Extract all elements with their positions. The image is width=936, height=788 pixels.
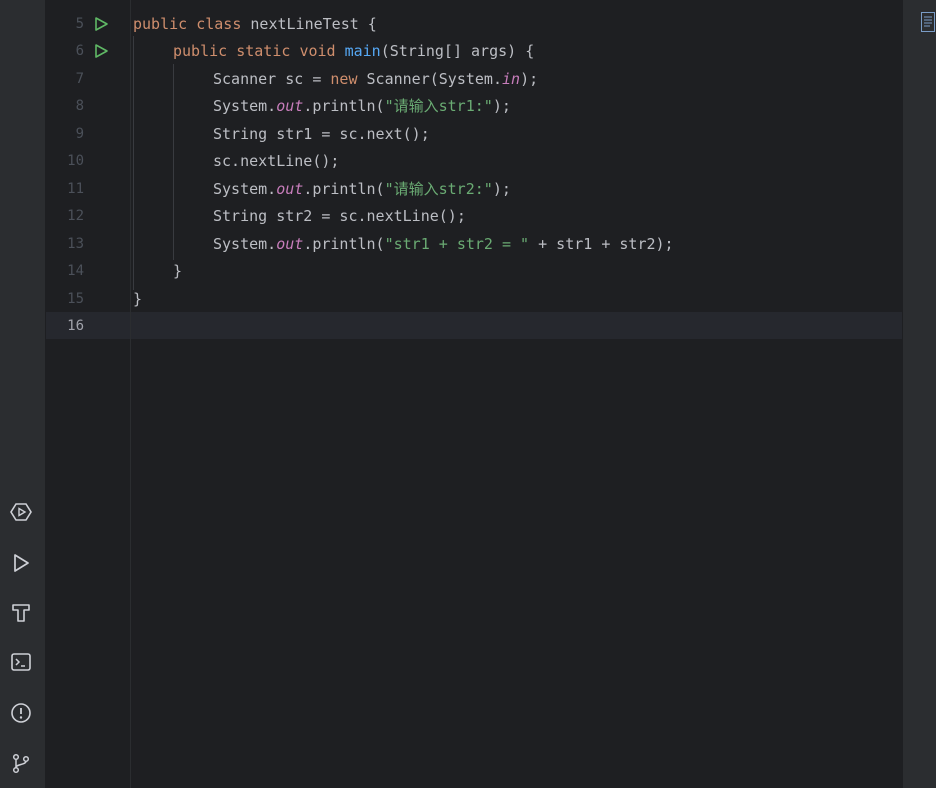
line-number: 11	[67, 181, 84, 197]
run-class-gutter-icon[interactable]	[92, 15, 110, 33]
line-number: 6	[75, 43, 84, 59]
line-number: 15	[67, 291, 84, 307]
code-text: .println(	[303, 97, 385, 115]
services-icon[interactable]	[8, 499, 34, 525]
static-field: out	[276, 235, 304, 253]
string-literal: "str1 + str2 = "	[384, 235, 530, 253]
keyword: public	[173, 42, 228, 60]
keyword: public	[133, 15, 188, 33]
terminal-icon[interactable]	[8, 649, 34, 675]
code-line-15: }	[133, 287, 142, 311]
method-name: main	[344, 42, 381, 60]
line-number: 10	[67, 153, 84, 169]
line-number: 7	[75, 71, 84, 87]
string-literal: "请输入str1:"	[384, 97, 493, 115]
code-editor[interactable]: 5 6 7 8 9 10 11 12 13 14 15 16 public cl…	[46, 0, 902, 788]
code-text: System.	[213, 97, 277, 115]
code-text: String str2 = sc.nextLine();	[213, 207, 466, 225]
keyword: static	[236, 42, 291, 60]
code-line-5: public class nextLineTest {	[133, 12, 377, 36]
line-number: 8	[75, 98, 84, 114]
code-line-12: String str2 = sc.nextLine();	[213, 204, 466, 228]
code-text: );	[492, 180, 511, 198]
keyword: void	[299, 42, 336, 60]
code-text: .println(	[303, 180, 385, 198]
code-line-11: System.out.println("请输入str2:");	[213, 177, 511, 201]
code-text: System.	[213, 235, 277, 253]
code-text: .println(	[303, 235, 385, 253]
code-text: );	[520, 70, 539, 88]
keyword: new	[330, 70, 358, 88]
code-text: );	[492, 97, 511, 115]
code-text: (String[] args) {	[380, 42, 535, 60]
git-icon[interactable]	[8, 750, 34, 776]
line-number: 13	[67, 236, 84, 252]
code-line-13: System.out.println("str1 + str2 = " + st…	[213, 232, 674, 256]
code-line-10: sc.nextLine();	[213, 149, 339, 173]
run-main-gutter-icon[interactable]	[92, 42, 110, 60]
code-text: + str1 + str2);	[529, 235, 674, 253]
inspection-widget-icon[interactable]	[921, 12, 935, 32]
code-text: }	[173, 262, 183, 280]
code-text: Scanner sc =	[213, 70, 331, 88]
static-field: out	[276, 180, 304, 198]
code-line-7: Scanner sc = new Scanner(System.in);	[213, 67, 538, 91]
code-text-area[interactable]: public class nextLineTest { public stati…	[130, 0, 903, 788]
code-line-8: System.out.println("请输入str1:");	[213, 94, 511, 118]
code-text: Scanner(System.	[357, 70, 502, 88]
static-field: out	[276, 97, 304, 115]
code-line-6: public static void main(String[] args) {	[173, 39, 534, 63]
problems-icon[interactable]	[8, 700, 34, 726]
editor-gutter: 5 6 7 8 9 10 11 12 13 14 15 16	[46, 0, 130, 788]
code-text: String str1 = sc.next();	[213, 125, 430, 143]
static-field: in	[502, 70, 521, 88]
code-line-9: String str1 = sc.next();	[213, 122, 430, 146]
indent-guide	[133, 36, 134, 290]
line-number: 12	[67, 208, 84, 224]
code-text: nextLineTest {	[250, 15, 377, 33]
build-icon[interactable]	[8, 600, 34, 626]
code-text: System.	[213, 180, 277, 198]
indent-guide	[173, 64, 174, 260]
keyword: class	[196, 15, 242, 33]
line-number: 14	[67, 263, 84, 279]
run-icon[interactable]	[8, 550, 34, 576]
code-text: sc.nextLine();	[213, 152, 340, 170]
left-tool-window-bar	[0, 0, 46, 788]
code-line-14: }	[173, 259, 182, 283]
line-number: 5	[75, 16, 84, 32]
right-scrollbar-strip[interactable]	[902, 0, 936, 788]
line-number: 9	[75, 126, 84, 142]
code-text: }	[133, 290, 143, 308]
string-literal: "请输入str2:"	[384, 180, 493, 198]
line-number-current: 16	[67, 318, 84, 334]
